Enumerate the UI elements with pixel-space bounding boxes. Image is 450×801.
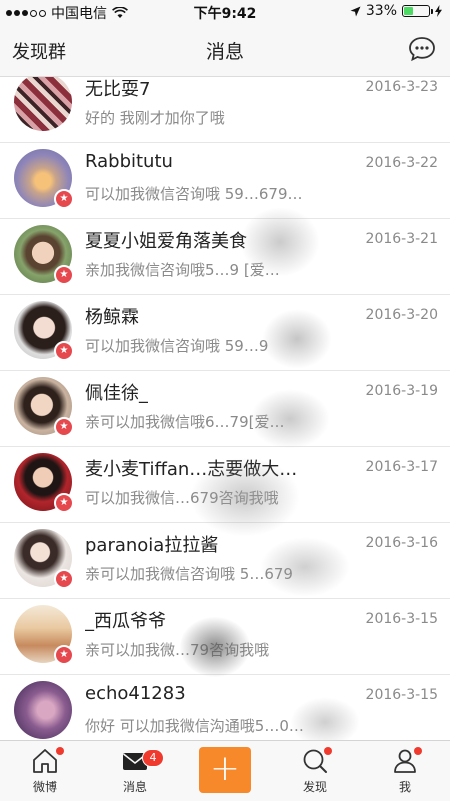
- avatar[interactable]: ★: [14, 377, 74, 437]
- notification-dot: [324, 747, 332, 755]
- tab-label: 微博: [32, 780, 57, 794]
- chat-settings-button[interactable]: [408, 36, 436, 66]
- conversation-snippet: 亲可以加我微信咨询哦 5…679: [85, 565, 293, 583]
- verified-badge-icon: ★: [54, 569, 74, 589]
- tab-compose[interactable]: +: [180, 741, 270, 801]
- battery-percent: 33%: [365, 3, 397, 19]
- avatar[interactable]: ★: [14, 225, 74, 285]
- conversation-snippet: 好的 我刚才加你了哦: [85, 109, 225, 127]
- conversation-name: 麦小麦Tiffan…志要做大…: [85, 459, 298, 480]
- conversation-name: Rabbitutu: [85, 151, 173, 172]
- page-title: 消息: [205, 41, 244, 63]
- avatar[interactable]: ★: [14, 149, 74, 209]
- avatar[interactable]: [14, 77, 72, 131]
- conversation-date: 2016-3-17: [365, 459, 438, 475]
- tab-label: 发现: [302, 780, 327, 794]
- location-arrow-icon: [350, 6, 361, 16]
- charging-bolt-icon: [435, 5, 442, 17]
- notification-dot: [414, 747, 422, 755]
- conversation-date: 2016-3-21: [365, 231, 438, 247]
- avatar[interactable]: ★: [14, 605, 74, 665]
- conversation-row[interactable]: ★ 麦小麦Tiffan…志要做大… 2016-3-17 可以加我微信…679咨询…: [0, 447, 450, 523]
- notification-dot: [56, 747, 64, 755]
- unread-count-badge: 4: [142, 749, 164, 767]
- tab-discover[interactable]: 发现: [270, 741, 360, 801]
- tab-label: 我: [398, 780, 411, 794]
- avatar[interactable]: [14, 681, 72, 739]
- bottom-tab-bar: 微博 4 消息 + 发现 我: [0, 740, 450, 801]
- conversation-date: 2016-3-16: [365, 535, 438, 551]
- plus-icon: +: [209, 748, 241, 789]
- conversation-row[interactable]: ★ _西瓜爷爷 2016-3-15 亲可以加我微…79咨询我哦: [0, 599, 450, 675]
- conversation-row[interactable]: ★ Rabbitutu 2016-3-22 可以加我微信咨询哦 59…679…: [0, 143, 450, 219]
- conversation-name: paranoia拉拉酱: [85, 535, 219, 556]
- conversation-snippet: 你好 可以加我微信沟通哦5…0…: [85, 717, 304, 735]
- conversation-snippet: 亲加我微信咨询哦5…9 [爱…: [85, 261, 280, 279]
- conversation-snippet: 可以加我微信咨询哦 59…9: [85, 337, 269, 355]
- avatar[interactable]: ★: [14, 453, 74, 513]
- conversation-name: 杨鲸霖: [85, 307, 139, 328]
- conversation-name: echo41283: [85, 683, 186, 704]
- conversation-snippet: 可以加我微信…679咨询我哦: [85, 489, 279, 507]
- conversation-list[interactable]: 无比耍7 2016-3-23 好的 我刚才加你了哦 ★ Rabbitutu 20…: [0, 77, 450, 740]
- verified-badge-icon: ★: [54, 189, 74, 209]
- verified-badge-icon: ★: [54, 645, 74, 665]
- conversation-row[interactable]: ★ 夏夏小姐爱角落美食 2016-3-21 亲加我微信咨询哦5…9 [爱…: [0, 219, 450, 295]
- verified-badge-icon: ★: [54, 265, 74, 285]
- conversation-date: 2016-3-19: [365, 383, 438, 399]
- status-bar: 中国电信 下午9:42 33%: [0, 0, 450, 24]
- tab-me[interactable]: 我: [360, 741, 450, 801]
- battery-icon: [402, 5, 433, 17]
- conversation-name: _西瓜爷爷: [85, 611, 166, 632]
- avatar[interactable]: ★: [14, 301, 74, 361]
- conversation-row[interactable]: ★ 杨鲸霖 2016-3-20 可以加我微信咨询哦 59…9: [0, 295, 450, 371]
- conversation-row[interactable]: ★ paranoia拉拉酱 2016-3-16 亲可以加我微信咨询哦 5…679: [0, 523, 450, 599]
- conversation-date: 2016-3-22: [365, 155, 438, 171]
- navigation-bar: 发现群 消息: [0, 24, 450, 77]
- home-icon: [33, 749, 57, 773]
- conversation-date: 2016-3-15: [365, 611, 438, 627]
- status-right: 33%: [350, 3, 442, 19]
- conversation-name: 无比耍7: [85, 79, 151, 100]
- conversation-snippet: 可以加我微信咨询哦 59…679…: [85, 185, 303, 203]
- verified-badge-icon: ★: [54, 417, 74, 437]
- conversation-snippet: 亲可以加我微…79咨询我哦: [85, 641, 270, 659]
- verified-badge-icon: ★: [54, 493, 74, 513]
- conversation-date: 2016-3-20: [365, 307, 438, 323]
- tab-messages[interactable]: 4 消息: [90, 741, 180, 801]
- conversation-date: 2016-3-23: [365, 79, 438, 95]
- conversation-name: 夏夏小姐爱角落美食: [85, 231, 247, 252]
- compose-button[interactable]: +: [199, 747, 251, 793]
- tab-label: 消息: [122, 780, 147, 794]
- conversation-row[interactable]: ★ 佩佳徐_ 2016-3-19 亲可以加我微信哦6…79[爱…: [0, 371, 450, 447]
- verified-badge-icon: ★: [54, 341, 74, 361]
- conversation-row[interactable]: 无比耍7 2016-3-23 好的 我刚才加你了哦: [0, 77, 450, 143]
- conversation-date: 2016-3-15: [365, 687, 438, 703]
- conversation-snippet: 亲可以加我微信哦6…79[爱…: [85, 413, 285, 431]
- chat-bubble-icon: [409, 37, 435, 62]
- conversation-name: 佩佳徐_: [85, 383, 148, 404]
- avatar[interactable]: ★: [14, 529, 74, 589]
- conversation-row[interactable]: echo41283 2016-3-15 你好 可以加我微信沟通哦5…0…: [0, 675, 450, 740]
- tab-weibo[interactable]: 微博: [0, 741, 90, 801]
